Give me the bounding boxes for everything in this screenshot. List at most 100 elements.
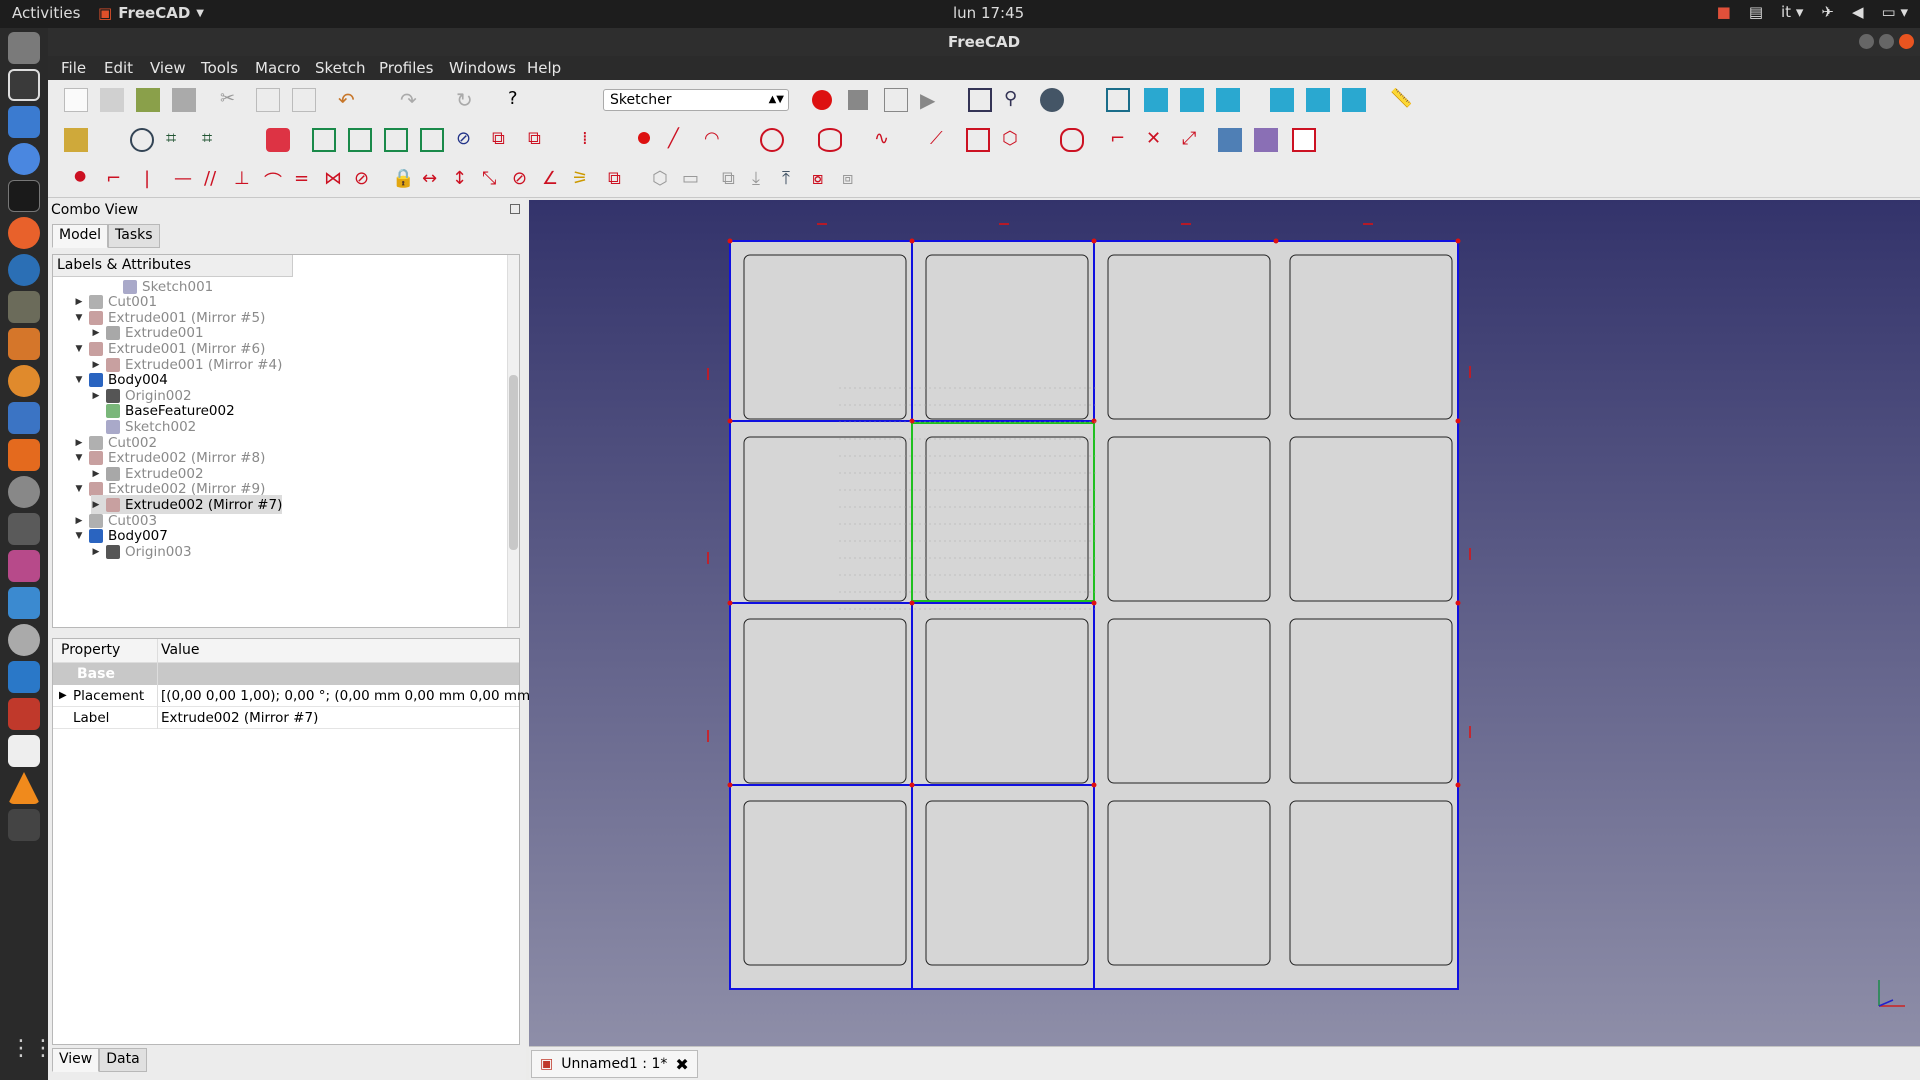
new-file-icon[interactable] xyxy=(64,88,88,112)
view-section-icon[interactable]: ⌗ xyxy=(202,128,226,152)
sketch-vertex[interactable] xyxy=(909,600,915,606)
bspline-increase-icon[interactable]: ⤒ xyxy=(782,168,806,192)
fillet-icon[interactable]: ⌐ xyxy=(1110,128,1134,152)
pocket-outline[interactable] xyxy=(1289,436,1453,602)
equal-constraint-icon[interactable]: = xyxy=(294,168,318,192)
symmetric-constraint-icon[interactable]: ⋈ xyxy=(324,168,348,192)
bspline-degree-icon[interactable]: ⬡ xyxy=(652,168,676,192)
minimize-button[interactable] xyxy=(1859,34,1874,49)
pocket-outline[interactable] xyxy=(1107,800,1271,966)
arc-icon[interactable]: ◠ xyxy=(704,128,728,152)
validate-sketch-icon[interactable] xyxy=(348,128,372,152)
bspline-icon[interactable]: ∿ xyxy=(874,128,898,152)
point-icon[interactable] xyxy=(638,132,650,144)
point-on-object-icon[interactable]: ⌐ xyxy=(106,168,130,192)
settings-icon[interactable] xyxy=(8,476,40,508)
property-row-placement[interactable]: ▶ Placement [(0,00 0,00 1,00); 0,00 °; (… xyxy=(53,685,541,707)
close-button[interactable] xyxy=(1899,34,1914,49)
sketch-vertex[interactable] xyxy=(727,600,733,606)
pocket-outline[interactable] xyxy=(925,800,1089,966)
menu-macro[interactable]: Macro xyxy=(255,59,300,77)
camera-icon[interactable]: ■ xyxy=(1717,3,1731,21)
expand-arrow-icon[interactable]: ▶ xyxy=(74,516,84,526)
sketch-vertex[interactable] xyxy=(1273,238,1279,244)
conic-icon[interactable] xyxy=(818,128,842,152)
block-constraint-icon[interactable]: ⊘ xyxy=(354,168,378,192)
horizontal-distance-icon[interactable]: ↔ xyxy=(422,168,446,192)
expand-arrow-icon[interactable]: ▶ xyxy=(74,297,84,307)
volume-icon[interactable]: ◀ xyxy=(1852,3,1864,21)
macro-editor-icon[interactable] xyxy=(884,88,908,112)
draw-style-icon[interactable] xyxy=(1040,88,1064,112)
rectangle-icon[interactable] xyxy=(966,128,990,152)
software-center-icon[interactable] xyxy=(8,439,40,471)
rear-view-icon[interactable] xyxy=(1270,88,1294,112)
trim-icon[interactable]: ✕ xyxy=(1146,128,1170,152)
sketch-vertex[interactable] xyxy=(727,418,733,424)
network-icon[interactable] xyxy=(8,69,40,101)
eye-icon[interactable] xyxy=(8,624,40,656)
expand-arrow-icon[interactable]: ▶ xyxy=(91,500,101,510)
map-sketch-icon[interactable] xyxy=(266,128,290,152)
measure-icon[interactable]: 📏 xyxy=(1390,88,1414,112)
writer-icon[interactable] xyxy=(8,106,40,138)
collapse-arrow-icon[interactable]: ▼ xyxy=(74,344,84,354)
create-sketch-icon[interactable] xyxy=(64,128,88,152)
sketch-vertex[interactable] xyxy=(1455,418,1461,424)
merge-sketch-icon[interactable] xyxy=(384,128,408,152)
expand-arrow-icon[interactable]: ▶ xyxy=(91,469,101,479)
close-tab-icon[interactable]: ✖ xyxy=(675,1055,688,1074)
fit-all-icon[interactable] xyxy=(968,88,992,112)
pocket-outline[interactable] xyxy=(1289,254,1453,420)
collapse-arrow-icon[interactable]: ▼ xyxy=(74,375,84,385)
collapse-arrow-icon[interactable]: ▼ xyxy=(74,313,84,323)
bspline-comb-icon[interactable]: ⧉ xyxy=(722,168,746,192)
collapse-arrow-icon[interactable]: ▼ xyxy=(74,453,84,463)
view-sketch-icon[interactable]: ⌗ xyxy=(166,128,190,152)
property-value[interactable]: [(0,00 0,00 1,00); 0,00 °; (0,00 mm 0,00… xyxy=(161,688,541,704)
clapper-icon[interactable] xyxy=(8,809,40,841)
pocket-outline[interactable] xyxy=(743,254,907,420)
expand-arrow-icon[interactable]: ▶ xyxy=(91,547,101,557)
stop-macro-icon[interactable] xyxy=(848,90,868,110)
3d-viewport[interactable] xyxy=(529,200,1920,1046)
select-origin-icon[interactable]: ⧉ xyxy=(528,128,552,152)
clock[interactable]: lun 17:45 xyxy=(953,4,1024,22)
pocket-outline[interactable] xyxy=(743,618,907,784)
select-constraints-icon[interactable]: ⧉ xyxy=(492,128,516,152)
pocket-outline[interactable] xyxy=(743,800,907,966)
menu-profiles[interactable]: Profiles xyxy=(379,59,433,77)
undock-button[interactable] xyxy=(510,204,520,214)
redo-icon[interactable]: ↷ xyxy=(400,88,424,112)
clipboard-icon[interactable]: ▤ xyxy=(1749,3,1763,21)
property-group-base[interactable]: Base xyxy=(53,663,519,685)
show-apps-icon[interactable]: ⋮⋮⋮ xyxy=(10,1036,76,1064)
tab-model[interactable]: Model xyxy=(52,224,109,248)
tangent-constraint-icon[interactable]: ⌒ xyxy=(264,168,288,193)
cut-tool-icon[interactable]: ✂ xyxy=(220,88,244,112)
sketch-vertex[interactable] xyxy=(1091,418,1097,424)
expand-arrow-icon[interactable]: ▶ xyxy=(91,328,101,338)
snell-law-icon[interactable]: ⚞ xyxy=(572,168,596,192)
files-icon[interactable] xyxy=(8,32,40,64)
parallel-constraint-icon[interactable]: // xyxy=(204,168,228,192)
maximize-button[interactable] xyxy=(1879,34,1894,49)
refresh-icon[interactable]: ↻ xyxy=(456,88,480,112)
vertical-constraint-icon[interactable]: | xyxy=(144,168,168,192)
menu-help[interactable]: Help xyxy=(527,59,561,77)
sketch-vertex[interactable] xyxy=(909,238,915,244)
pocket-outline[interactable] xyxy=(925,254,1089,420)
angle-icon[interactable]: ∠ xyxy=(542,168,566,192)
pocket-outline[interactable] xyxy=(1107,254,1271,420)
browser-icon[interactable] xyxy=(8,143,40,175)
keyboard-layout[interactable]: it ▾ xyxy=(1781,3,1803,21)
mirror-sketch-icon[interactable] xyxy=(420,128,444,152)
extend-icon[interactable]: ⤢ xyxy=(1182,128,1206,152)
menu-tools[interactable]: Tools xyxy=(201,59,238,77)
run-macro-icon[interactable]: ▶ xyxy=(920,88,944,112)
isometric-view-icon[interactable] xyxy=(1106,88,1130,112)
freecad-dock-icon[interactable] xyxy=(8,698,40,730)
pocket-outline[interactable] xyxy=(925,436,1089,602)
menu-edit[interactable]: Edit xyxy=(104,59,133,77)
bspline-convert-icon[interactable]: ⧇ xyxy=(812,168,836,192)
